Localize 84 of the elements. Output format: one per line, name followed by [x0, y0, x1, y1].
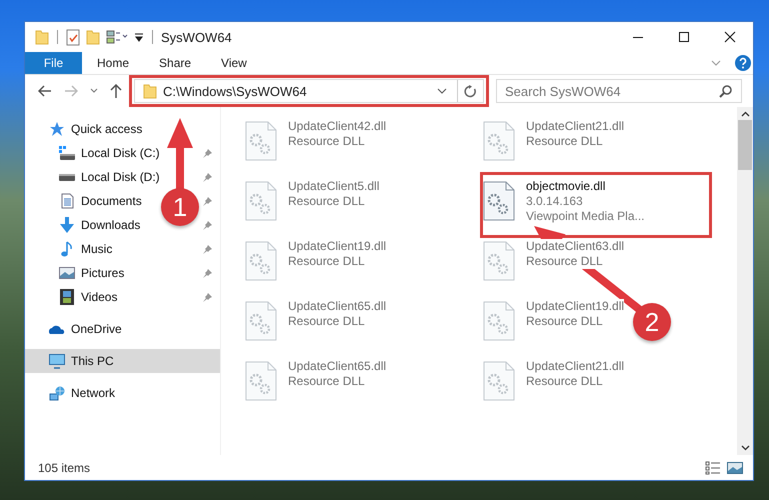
- pin-icon[interactable]: [203, 220, 212, 230]
- gear-file-icon[interactable]: [483, 121, 515, 161]
- ribbon-tab[interactable]: View: [206, 52, 262, 74]
- navigation-item[interactable]: Pictures: [81, 266, 124, 280]
- recent-caret-icon[interactable]: [90, 88, 98, 94]
- folder-icon[interactable]: [35, 29, 49, 45]
- scrollbar-thumb[interactable]: [738, 120, 752, 170]
- gear-file-icon[interactable]: [483, 241, 515, 281]
- window-title: SysWOW64: [161, 30, 232, 44]
- navigation-item[interactable]: Network: [25, 381, 220, 405]
- large-icons-view-icon[interactable]: [727, 460, 743, 474]
- gear-file-icon[interactable]: [483, 361, 515, 401]
- gear-file-icon[interactable]: [483, 301, 515, 341]
- gear-file-icon[interactable]: [245, 361, 277, 401]
- new-folder-icon[interactable]: [86, 29, 100, 45]
- pin-icon[interactable]: [203, 196, 212, 206]
- file-name[interactable]: UpdateClient19.dll: [288, 239, 386, 254]
- refresh-icon[interactable]: [464, 84, 477, 98]
- navigation-item[interactable]: Downloads: [81, 218, 140, 232]
- navigation-item[interactable]: Local Disk (C:): [81, 146, 160, 160]
- film-strip-icon: [60, 289, 74, 305]
- download-arrow-icon: [60, 217, 74, 233]
- gear-file-icon[interactable]: [483, 181, 515, 221]
- properties-icon[interactable]: [66, 28, 80, 46]
- pin-icon[interactable]: [203, 268, 212, 278]
- document-icon: [60, 193, 74, 209]
- file-detail: Viewpoint Media Pla...: [526, 209, 645, 224]
- ribbon-tab[interactable]: Share: [144, 52, 206, 74]
- address-path: C:\Windows\SysWOW64: [163, 84, 308, 98]
- drive-icon: [59, 174, 75, 180]
- close-icon: [724, 31, 736, 43]
- file-name[interactable]: objectmovie.dll: [526, 179, 606, 194]
- folder-icon: [143, 84, 157, 98]
- search-icon[interactable]: [719, 85, 732, 98]
- monitor-icon: [49, 354, 65, 368]
- file-name[interactable]: UpdateClient65.dll: [288, 299, 386, 314]
- navigation-item[interactable]: Music: [81, 242, 112, 256]
- maximize-icon: [678, 31, 690, 43]
- gear-file-icon[interactable]: [245, 181, 277, 221]
- search-field[interactable]: Search SysWOW64: [496, 79, 742, 103]
- pin-icon[interactable]: [203, 148, 212, 158]
- file-name[interactable]: UpdateClient19.dll: [526, 299, 624, 314]
- layout-icon[interactable]: [106, 30, 128, 44]
- file-menu-button[interactable]: File: [25, 52, 82, 74]
- file-name[interactable]: UpdateClient21.dll: [526, 359, 624, 374]
- file-name[interactable]: UpdateClient63.dll: [526, 239, 624, 254]
- picture-icon: [59, 267, 75, 279]
- navigation-item[interactable]: Videos: [81, 290, 118, 304]
- star-icon: [49, 121, 65, 137]
- help-icon[interactable]: [735, 55, 751, 71]
- file-detail: Resource DLL: [526, 254, 603, 269]
- navigation-item[interactable]: Quick access: [25, 117, 220, 141]
- pin-icon[interactable]: [203, 244, 212, 254]
- dropdown-caret-icon[interactable]: [437, 88, 447, 94]
- ribbon-tab[interactable]: Home: [82, 52, 144, 74]
- customize-caret-icon[interactable]: [134, 32, 144, 42]
- cloud-icon: [49, 324, 65, 334]
- item-count: 105 items: [38, 460, 90, 474]
- music-note-icon: [61, 241, 73, 257]
- navigation-item[interactable]: Local Disk (D:): [81, 170, 160, 184]
- navigation-item[interactable]: This PC: [25, 349, 220, 373]
- address-field[interactable]: C:\Windows\SysWOW64: [134, 79, 484, 103]
- scroll-down-icon[interactable]: [740, 445, 750, 451]
- file-name[interactable]: UpdateClient42.dll: [288, 119, 386, 134]
- gear-file-icon[interactable]: [245, 301, 277, 341]
- scrollbar[interactable]: [737, 107, 753, 455]
- gear-file-icon[interactable]: [245, 121, 277, 161]
- up-arrow-icon[interactable]: [110, 84, 122, 98]
- pin-icon[interactable]: [203, 292, 212, 302]
- network-icon: [49, 386, 65, 400]
- file-name[interactable]: UpdateClient5.dll: [288, 179, 380, 194]
- file-name[interactable]: UpdateClient21.dll: [526, 119, 624, 134]
- pin-icon[interactable]: [203, 172, 212, 182]
- navigation-item[interactable]: Documents: [81, 194, 142, 208]
- file-name[interactable]: UpdateClient65.dll: [288, 359, 386, 374]
- expand-ribbon-icon[interactable]: [711, 60, 721, 66]
- annotation-arrow: [167, 118, 193, 190]
- forward-arrow-icon[interactable]: [64, 85, 78, 97]
- drive-icon: [59, 146, 75, 160]
- navigation-item[interactable]: OneDrive: [25, 317, 220, 341]
- back-arrow-icon[interactable]: [38, 85, 52, 97]
- gear-file-icon[interactable]: [245, 241, 277, 281]
- scroll-up-icon[interactable]: [740, 111, 750, 117]
- details-view-icon[interactable]: [705, 460, 721, 474]
